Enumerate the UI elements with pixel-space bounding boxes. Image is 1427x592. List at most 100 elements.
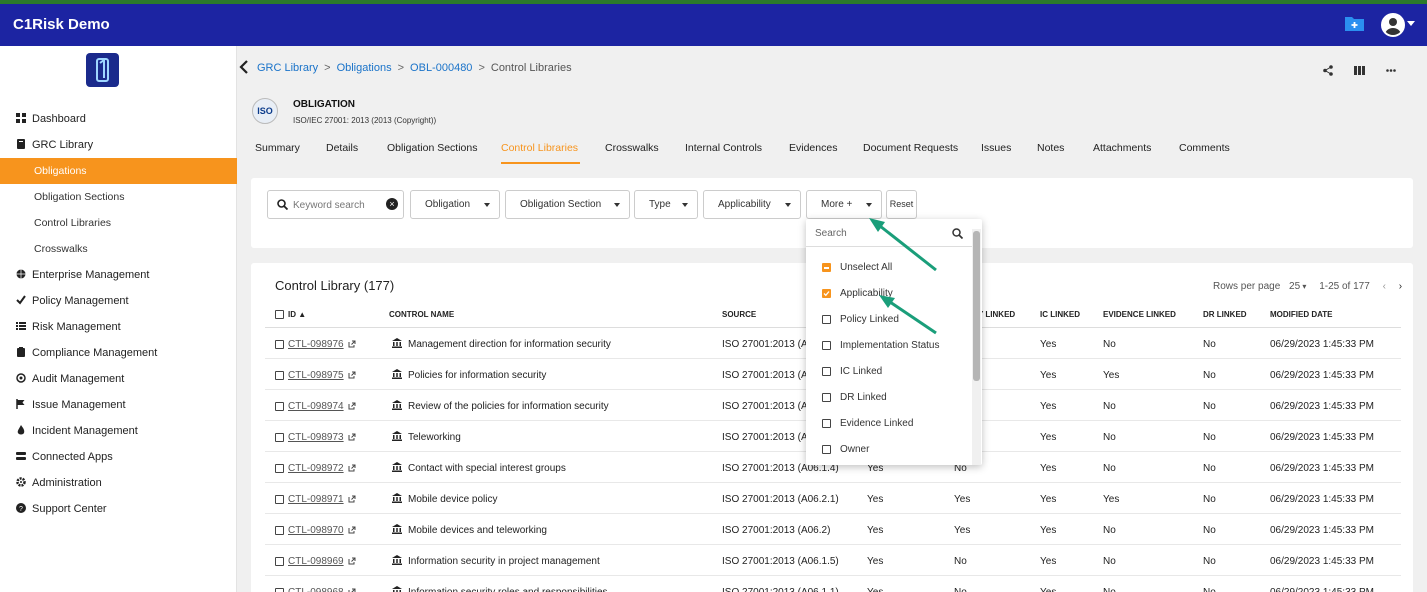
row-checkbox[interactable]	[275, 371, 284, 380]
external-link-icon[interactable]	[348, 433, 356, 441]
prev-page-icon[interactable]: ‹	[1383, 281, 1386, 292]
external-link-icon[interactable]	[348, 402, 356, 410]
col-header-ic-linked[interactable]: IC LINKED	[1040, 310, 1080, 319]
row-checkbox[interactable]	[275, 464, 284, 473]
tab-control-libraries[interactable]: Control Libraries	[501, 142, 578, 154]
option-checkbox[interactable]	[822, 393, 831, 402]
control-id-link[interactable]: CTL-098974	[288, 401, 344, 412]
keyword-search[interactable]: Keyword search ×	[267, 190, 404, 219]
more-options-icon[interactable]	[1386, 69, 1396, 72]
tab-document-requests[interactable]: Document Requests	[863, 142, 958, 154]
row-checkbox[interactable]	[275, 588, 284, 592]
tab-issues[interactable]: Issues	[981, 142, 1011, 154]
dropdown-search[interactable]: Search	[806, 219, 972, 247]
rows-per-page-select[interactable]: 25	[1289, 281, 1300, 292]
control-id-link[interactable]: CTL-098975	[288, 370, 344, 381]
applicability-filter[interactable]: Applicability	[703, 190, 801, 219]
col-header-modified-date[interactable]: MODIFIED DATE	[1270, 310, 1333, 319]
control-id-link[interactable]: CTL-098971	[288, 494, 344, 505]
tab-internal-controls[interactable]: Internal Controls	[685, 142, 762, 154]
table-row[interactable]: CTL-098968 Information security roles and…	[265, 576, 1401, 592]
sidebar-item-administration[interactable]: Administration	[0, 470, 237, 496]
obligation-section-filter[interactable]: Obligation Section	[505, 190, 630, 219]
control-id-link[interactable]: CTL-098968	[288, 587, 344, 592]
share-icon[interactable]	[1323, 65, 1333, 76]
next-page-icon[interactable]: ›	[1399, 281, 1402, 292]
obligation-filter[interactable]: Obligation	[410, 190, 500, 219]
back-arrow-icon[interactable]	[238, 60, 250, 74]
tab-notes[interactable]: Notes	[1037, 142, 1064, 154]
scrollbar-thumb[interactable]	[973, 231, 980, 381]
tab-evidences[interactable]: Evidences	[789, 142, 837, 154]
external-link-icon[interactable]	[348, 340, 356, 348]
sidebar-item-policy-management[interactable]: Policy Management	[0, 288, 237, 314]
external-link-icon[interactable]	[348, 588, 356, 592]
sidebar-item-enterprise-management[interactable]: Enterprise Management	[0, 262, 237, 288]
sidebar-item-incident-management[interactable]: Incident Management	[0, 418, 237, 444]
sidebar-item-audit-management[interactable]: Audit Management	[0, 366, 237, 392]
table-row[interactable]: CTL-098970 Mobile devices and teleworking…	[265, 514, 1401, 545]
row-checkbox[interactable]	[275, 340, 284, 349]
sidebar-item-issue-management[interactable]: Issue Management	[0, 392, 237, 418]
row-checkbox[interactable]	[275, 557, 284, 566]
option-checkbox-checked[interactable]	[822, 289, 831, 298]
control-id-link[interactable]: CTL-098969	[288, 556, 344, 567]
col-header-dr-linked[interactable]: DR LINKED	[1203, 310, 1247, 319]
control-id-link[interactable]: CTL-098976	[288, 339, 344, 350]
control-id-link[interactable]: CTL-098973	[288, 432, 344, 443]
external-link-icon[interactable]	[348, 526, 356, 534]
row-checkbox[interactable]	[275, 526, 284, 535]
sidebar-sub-control-libraries[interactable]: Control Libraries	[0, 210, 237, 236]
row-checkbox[interactable]	[275, 402, 284, 411]
col-header-linked[interactable]: Y LINKED	[978, 310, 1015, 319]
sidebar-sub-obligation-sections[interactable]: Obligation Sections	[0, 184, 237, 210]
sidebar-item-risk-management[interactable]: Risk Management	[0, 314, 237, 340]
tab-summary[interactable]: Summary	[255, 142, 300, 154]
external-link-icon[interactable]	[348, 495, 356, 503]
col-header-source[interactable]: SOURCE	[722, 310, 756, 319]
control-id-link[interactable]: CTL-098972	[288, 463, 344, 474]
col-header-control-name[interactable]: CONTROL NAME	[389, 310, 454, 319]
add-folder-icon[interactable]	[1344, 15, 1365, 32]
tab-obligation-sections[interactable]: Obligation Sections	[387, 142, 477, 154]
sidebar-item-connected-apps[interactable]: Connected Apps	[0, 444, 237, 470]
sidebar-item-support-center[interactable]: ? Support Center	[0, 496, 237, 522]
option-checkbox[interactable]	[822, 445, 831, 454]
sidebar-sub-obligations[interactable]: Obligations	[0, 158, 237, 184]
select-all-checkbox[interactable]	[275, 310, 284, 319]
user-avatar[interactable]	[1381, 13, 1405, 37]
external-link-icon[interactable]	[348, 371, 356, 379]
user-menu-caret[interactable]	[1407, 21, 1415, 26]
option-checkbox[interactable]	[822, 341, 831, 350]
option-checkbox-partial[interactable]	[822, 263, 831, 272]
option-checkbox[interactable]	[822, 367, 831, 376]
sidebar-sub-crosswalks[interactable]: Crosswalks	[0, 236, 237, 262]
tab-attachments[interactable]: Attachments	[1093, 142, 1151, 154]
sidebar-item-grc-library[interactable]: GRC Library	[0, 132, 237, 158]
more-filter[interactable]: More +	[806, 190, 882, 219]
clear-search-icon[interactable]: ×	[386, 198, 398, 210]
control-id-link[interactable]: CTL-098970	[288, 525, 344, 536]
row-checkbox[interactable]	[275, 495, 284, 504]
option-checkbox[interactable]	[822, 419, 831, 428]
tab-details[interactable]: Details	[326, 142, 358, 154]
table-row[interactable]: CTL-098971 Mobile device policy ISO 27001:…	[265, 483, 1401, 514]
external-link-icon[interactable]	[348, 557, 356, 565]
sidebar-item-dashboard[interactable]: Dashboard	[0, 106, 237, 132]
reset-button[interactable]: Reset	[886, 190, 917, 219]
option-checkbox[interactable]	[822, 315, 831, 324]
dropdown-scrollbar[interactable]	[972, 229, 981, 465]
sidebar-item-compliance-management[interactable]: Compliance Management	[0, 340, 237, 366]
col-header-id[interactable]: ID ▲	[288, 310, 306, 319]
col-header-evidence-linked[interactable]: EVIDENCE LINKED	[1103, 310, 1176, 319]
tab-comments[interactable]: Comments	[1179, 142, 1230, 154]
tab-crosswalks[interactable]: Crosswalks	[605, 142, 659, 154]
breadcrumb-grc-library[interactable]: GRC Library	[257, 62, 318, 74]
columns-icon[interactable]	[1354, 66, 1365, 75]
breadcrumb-obligation-id[interactable]: OBL-000480	[410, 62, 472, 74]
table-row[interactable]: CTL-098969 Information security in projec…	[265, 545, 1401, 576]
row-checkbox[interactable]	[275, 433, 284, 442]
type-filter[interactable]: Type	[634, 190, 698, 219]
external-link-icon[interactable]	[348, 464, 356, 472]
breadcrumb-obligations[interactable]: Obligations	[337, 62, 392, 74]
